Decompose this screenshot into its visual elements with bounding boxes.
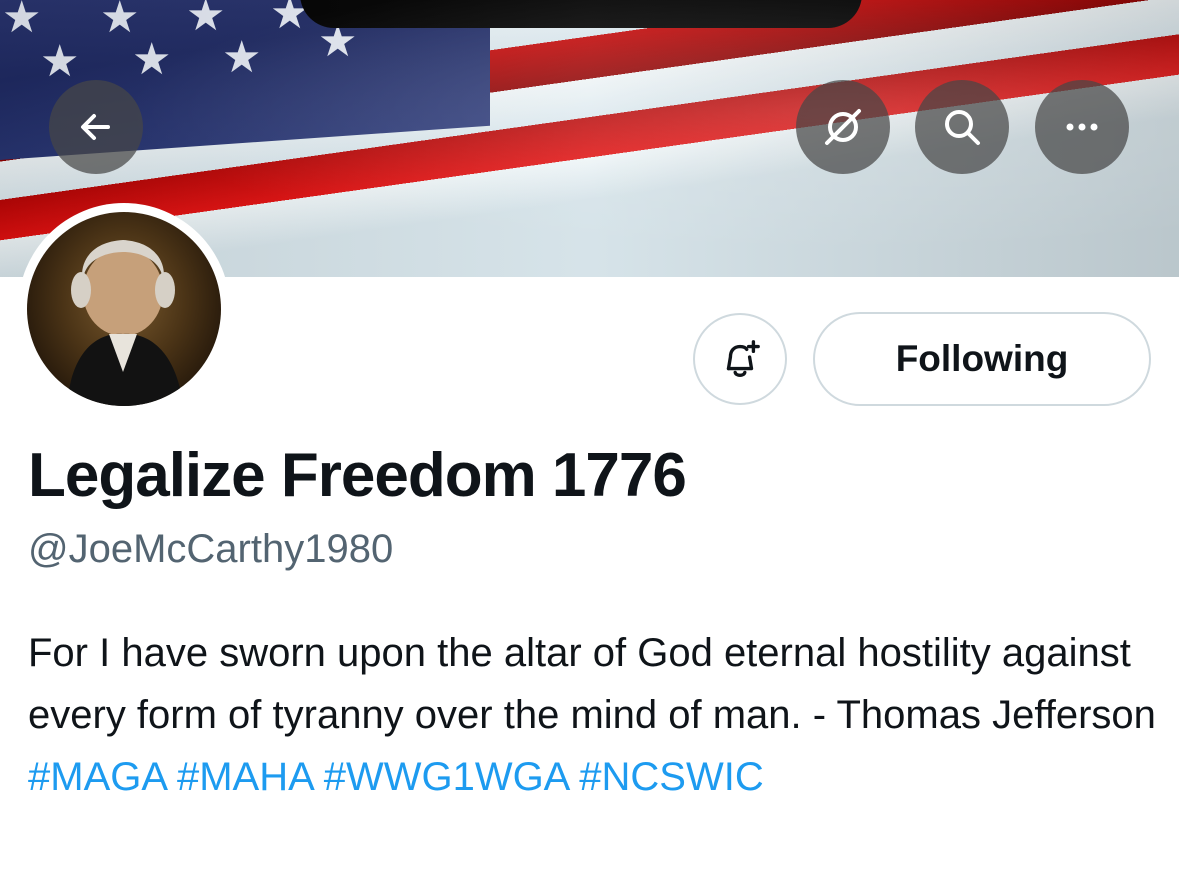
back-button[interactable] [49,80,143,174]
following-button[interactable]: Following [813,312,1151,406]
search-icon [945,110,980,145]
star-icon: ★ [222,32,262,83]
star-icon: ★ [40,36,80,87]
star-icon: ★ [100,0,140,43]
notifications-button[interactable] [693,313,787,405]
avatar[interactable] [18,203,230,415]
hashtag-link[interactable]: #WWG1WGA [324,755,568,799]
star-icon: ★ [270,0,310,39]
hashtag-link[interactable]: #MAGA [28,755,166,799]
star-icon: ★ [2,0,42,43]
arrow-left-icon [81,114,110,140]
device-notch [300,0,862,28]
search-button[interactable] [915,80,1009,174]
grok-icon [825,109,861,145]
display-name: Legalize Freedom 1776 [28,441,687,510]
more-icon [1066,123,1098,131]
bell-plus-icon [726,340,760,377]
hashtag-link[interactable]: #NCSWIC [579,755,763,799]
star-icon: ★ [132,34,172,85]
star-icon: ★ [318,16,358,67]
more-button[interactable] [1035,80,1129,174]
user-handle: @JoeMcCarthy1980 [28,527,394,571]
bio-text: For I have sworn upon the altar of God e… [28,631,1156,737]
portrait-illustration [67,240,183,406]
hashtag-link[interactable]: #MAHA [177,755,313,799]
following-button-label: Following [895,338,1069,379]
profile-bio: For I have sworn upon the altar of God e… [28,622,1158,808]
avatar-image [27,212,221,406]
grok-button[interactable] [796,80,890,174]
star-icon: ★ [186,0,226,41]
